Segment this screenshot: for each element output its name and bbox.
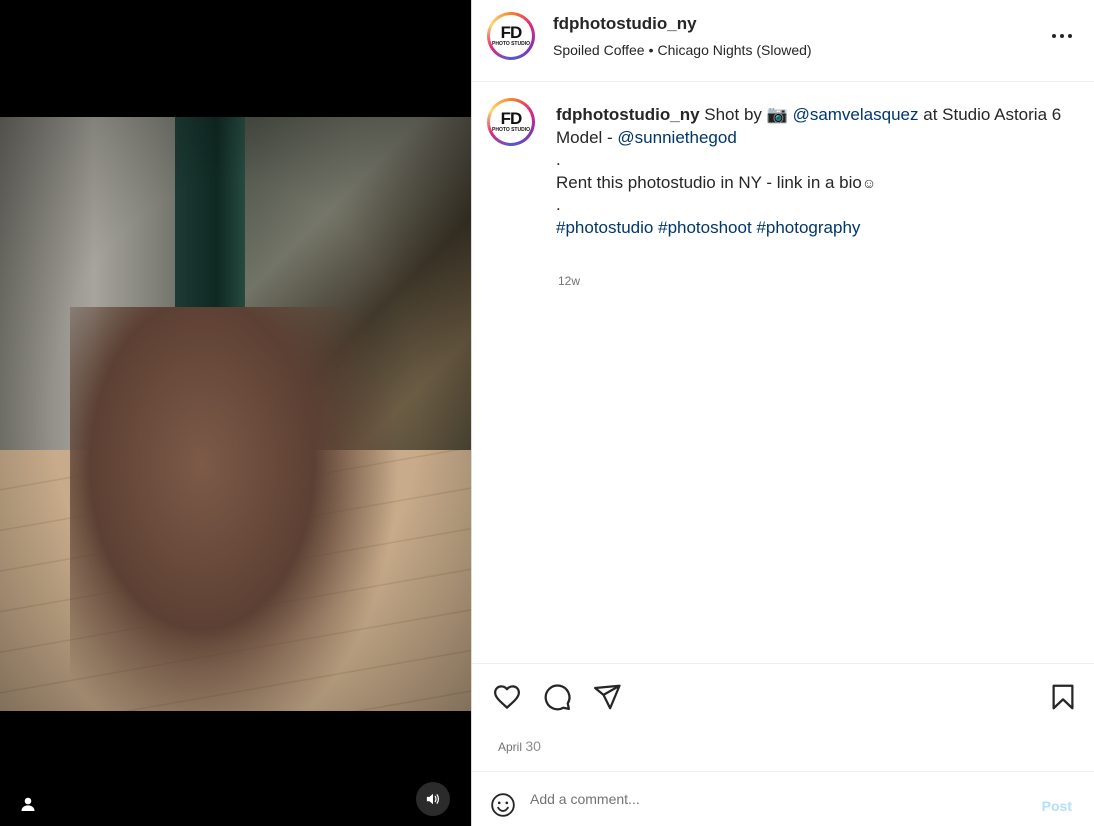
caption-avatar[interactable]: FD PHOTO STUDIO [487,98,535,146]
post-details-panel: FD PHOTO STUDIO fdphotostudio_ny Spoiled… [471,0,1094,826]
caption-hashtags: #photostudio #photoshoot #photography [556,217,1066,240]
speaker-icon [426,793,440,805]
hashtag-photostudio[interactable]: #photostudio [556,218,653,237]
post-video[interactable] [0,117,471,711]
comment-input[interactable] [530,788,1010,810]
model-prefix: Model - [556,127,613,147]
audio-artist: Spoiled Coffee [553,42,645,58]
tagged-users-button[interactable] [18,794,38,814]
date-day: 30 [525,738,541,754]
save-button[interactable] [1048,682,1078,717]
hashtag-photography[interactable]: #photography [756,218,860,237]
header-username[interactable]: fdphotostudio_ny [553,14,697,34]
comment-button[interactable] [542,682,572,717]
comment-icon [544,684,571,711]
person-icon [21,797,35,811]
comment-box: Post [472,771,1094,826]
hashtag-photoshoot[interactable]: #photoshoot [658,218,752,237]
caption-dot-1: . [556,150,561,169]
caption-text-2: at Studio Astoria 6 [923,105,1062,124]
caption-avatar-logo-sub: PHOTO STUDIO [492,127,530,134]
camera-emoji: 📷 [766,105,788,124]
caption-timestamp[interactable]: 12w [558,274,580,288]
more-horizontal-icon [1052,34,1072,38]
post-header: FD PHOTO STUDIO fdphotostudio_ny Spoiled… [472,0,1094,82]
audio-toggle-button[interactable] [416,782,450,816]
caption-line-1: fdphotostudio_ny Shot by 📷 @samvelasquez… [556,104,1066,127]
smiley-icon [491,793,515,817]
audio-track: Chicago Nights (Slowed) [657,42,812,58]
share-button[interactable] [592,682,622,717]
avatar[interactable]: FD PHOTO STUDIO [487,12,535,60]
mention-sunniethegod[interactable]: @sunniethegod [617,128,736,147]
audio-separator: • [648,42,654,58]
caption-text: fdphotostudio_ny Shot by 📷 @samvelasquez… [556,104,1066,239]
avatar-logo: FD PHOTO STUDIO [490,15,532,57]
photo-vignette [0,117,471,711]
emoji-button[interactable] [490,792,516,823]
send-icon [594,684,621,710]
caption-text-1: Shot by [704,105,762,124]
caption-username[interactable]: fdphotostudio_ny [556,105,700,124]
post-media-panel [0,0,471,826]
caption-avatar-logo: FD PHOTO STUDIO [490,101,532,143]
caption-dot-2: . [556,195,561,214]
rent-text: Rent this photostudio in NY - link in a … [556,172,862,192]
bookmark-icon [1052,684,1074,710]
post-date[interactable]: April 30 [498,738,541,754]
avatar-logo-main: FD [500,23,523,43]
heart-icon [494,685,520,709]
mention-samvelasquez[interactable]: @samvelasquez [793,105,919,124]
avatar-logo-sub: PHOTO STUDIO [492,41,530,48]
smile-emoji: ☺ [861,174,877,191]
caption-line-model: Model - @sunniethegod [556,127,1066,150]
post-comment-button[interactable]: Post [1042,798,1072,814]
caption-avatar-logo-main: FD [500,109,523,129]
like-button[interactable] [492,682,522,717]
action-bar: April 30 [472,663,1094,771]
audio-attribution[interactable]: Spoiled Coffee • Chicago Nights (Slowed) [553,42,812,58]
more-options-button[interactable] [1050,28,1074,44]
date-month: April [498,740,523,754]
caption-line-rent: Rent this photostudio in NY - link in a … [556,172,1066,195]
